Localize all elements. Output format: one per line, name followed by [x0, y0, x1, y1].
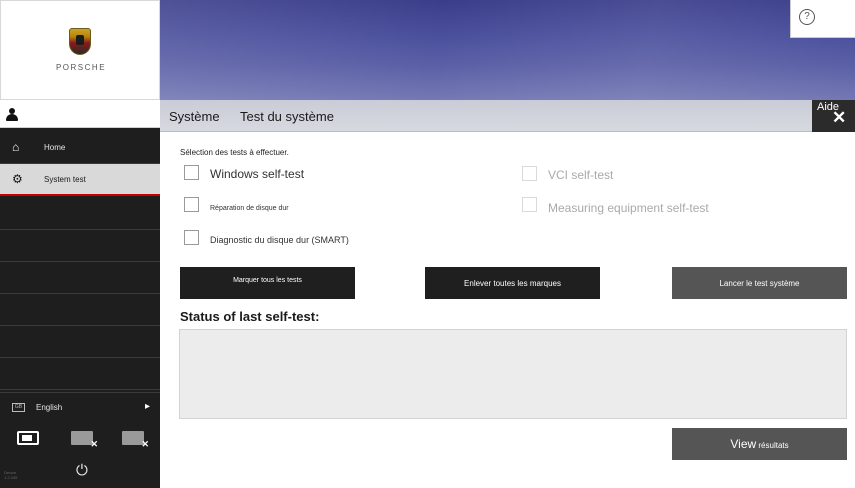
checkbox-disk-repair[interactable] [184, 197, 199, 212]
sidebar-item-label: Home [44, 143, 66, 152]
checkbox-vci-self-test [522, 166, 537, 181]
sidebar-empty-slot [0, 326, 160, 358]
language-selector[interactable]: GB English ▸ [0, 392, 160, 422]
logo-area: PORSCHE [0, 0, 160, 100]
gear-icon: ⚙ [12, 172, 23, 186]
porsche-crest-icon [69, 28, 91, 55]
home-icon: ⌂ [12, 140, 20, 154]
status-output [179, 329, 847, 419]
view-results-label: View résultats [730, 437, 789, 451]
run-system-test-label: Lancer le test système [719, 279, 800, 288]
section-label: Sélection des tests à effectuer. [180, 148, 289, 157]
user-bar [0, 100, 160, 128]
language-label: English [36, 403, 63, 412]
power-row: Device 1.2.345 ⏻ [0, 456, 160, 488]
sidebar-item-system-test[interactable]: ⚙ System test [0, 164, 160, 196]
flag-icon: GB [12, 403, 25, 412]
checkbox-windows-self-test[interactable] [184, 165, 199, 180]
sidebar-item-label: System test [44, 175, 86, 184]
close-button[interactable]: Aide ✕ [812, 100, 855, 132]
help-button[interactable]: ? [790, 0, 855, 38]
vci-disconnected-icon[interactable]: ✕ [71, 431, 98, 449]
checkbox-label-windows-self-test: Windows self-test [210, 167, 305, 181]
logo-wordmark: PORSCHE [55, 63, 107, 72]
sidebar-empty-slot [0, 262, 160, 294]
checkbox-label-measuring-equipment-self-test: Measuring equipment self-test [548, 201, 709, 215]
sidebar-empty-slot [0, 358, 160, 390]
status-title: Status of last self-test: [180, 309, 320, 324]
measuring-device-disconnected-icon[interactable]: ✕ [122, 431, 149, 449]
unmark-all-button[interactable]: Enlever toutes les marques [425, 267, 600, 299]
power-icon[interactable]: ⏻ [76, 462, 88, 479]
checkbox-label-vci-self-test: VCI self-test [548, 168, 614, 182]
help-icon: ? [799, 9, 815, 25]
page-title: Test du système [240, 109, 334, 124]
sidebar-empty-slot [0, 198, 160, 230]
unmark-all-label: Enlever toutes les marques [464, 279, 561, 288]
mark-all-label: Marquer tous les tests [233, 277, 302, 284]
mark-all-button[interactable]: Marquer tous les tests [180, 267, 355, 299]
close-icon: ✕ [832, 108, 847, 127]
status-toolbar: ✕ ✕ [0, 424, 160, 454]
checkbox-measuring-equipment-self-test [522, 197, 537, 212]
checkbox-label-disk-repair: Réparation de disque dur [210, 205, 289, 212]
run-system-test-button[interactable]: Lancer le test système [672, 267, 847, 299]
checkbox-label-disk-diagnostic-smart: Diagnostic du disque dur (SMART) [210, 235, 349, 245]
chevron-right-icon: ▸ [145, 401, 151, 412]
sidebar-item-home[interactable]: ⌂ Home [0, 132, 160, 164]
sidebar-empty-slot [0, 294, 160, 326]
breadcrumb: Système Test du système [160, 100, 855, 132]
device-meta: Device 1.2.345 [4, 470, 18, 480]
view-results-button[interactable]: View résultats [672, 428, 847, 460]
checkbox-disk-diagnostic-smart[interactable] [184, 230, 199, 245]
battery-icon[interactable] [17, 431, 39, 445]
header-banner [160, 0, 855, 100]
breadcrumb-section: Système [169, 109, 220, 124]
sidebar-empty-slot [0, 230, 160, 262]
app-root: PORSCHE ⌂ Home ⚙ System test GB English … [0, 0, 855, 488]
user-icon[interactable] [6, 108, 18, 122]
